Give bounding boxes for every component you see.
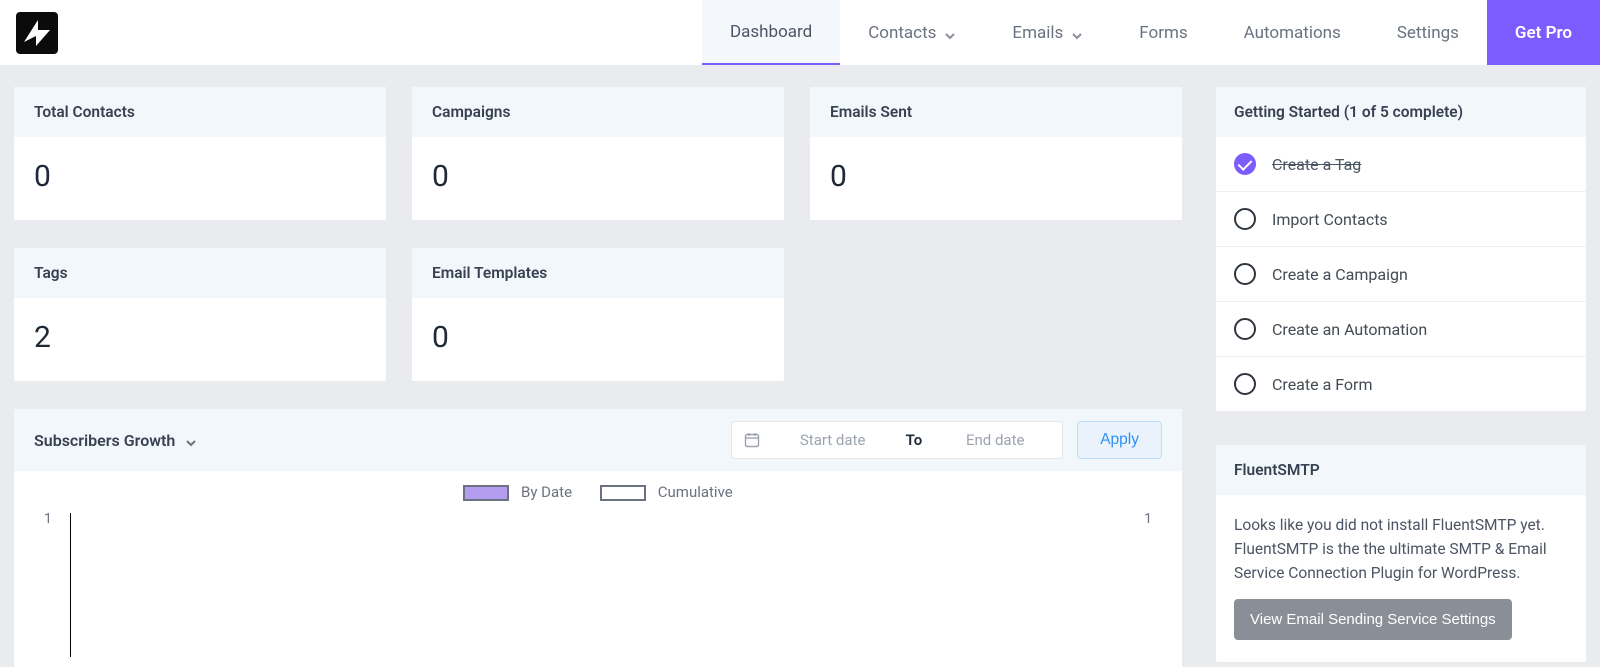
nav-dashboard[interactable]: Dashboard	[702, 0, 840, 65]
apply-button[interactable]: Apply	[1077, 421, 1162, 459]
topbar: Dashboard Contacts Emails Forms Automati…	[0, 0, 1600, 65]
fluentsmtp-heading: FluentSMTP	[1216, 445, 1586, 495]
nav-forms[interactable]: Forms	[1111, 0, 1215, 65]
apply-label: Apply	[1100, 431, 1139, 448]
y-axis-left-tick: 1	[44, 511, 52, 527]
legend-swatch-bydate	[463, 485, 509, 501]
stats-row-1: Total Contacts 0 Campaigns 0 Emails Sent…	[14, 87, 1182, 220]
card-value: 0	[14, 137, 386, 220]
legend-swatch-cumulative	[600, 485, 646, 501]
legend-cumulative[interactable]: Cumulative	[600, 483, 733, 501]
nav-emails[interactable]: Emails	[984, 0, 1111, 65]
growth-title-label: Subscribers Growth	[34, 431, 175, 450]
legend-label: By Date	[521, 483, 572, 501]
checklist-item-create-campaign[interactable]: Create a Campaign	[1216, 246, 1586, 301]
card-value: 2	[14, 298, 386, 381]
main-wrap: Total Contacts 0 Campaigns 0 Emails Sent…	[0, 65, 1600, 667]
calendar-icon	[744, 432, 760, 448]
legend-by-date[interactable]: By Date	[463, 483, 572, 501]
fluentsmtp-panel: FluentSMTP Looks like you did not instal…	[1216, 445, 1586, 662]
chevron-down-icon	[1071, 27, 1083, 39]
stat-card-tags[interactable]: Tags 2	[14, 248, 386, 381]
y-axis-line	[70, 513, 71, 657]
get-pro-button[interactable]: Get Pro	[1487, 0, 1600, 65]
getting-started-panel: Getting Started (1 of 5 complete) Create…	[1216, 87, 1586, 411]
smtp-button-label: View Email Sending Service Settings	[1250, 611, 1496, 628]
checklist-item-import-contacts[interactable]: Import Contacts	[1216, 191, 1586, 246]
stat-card-campaigns[interactable]: Campaigns 0	[412, 87, 784, 220]
card-title: Total Contacts	[14, 87, 386, 137]
fluentsmtp-text: Looks like you did not install FluentSMT…	[1234, 513, 1568, 585]
growth-toolbar: Subscribers Growth Start date To End dat…	[14, 409, 1182, 471]
nav-label: Settings	[1397, 23, 1459, 43]
nav-automations[interactable]: Automations	[1216, 0, 1369, 65]
nav-label: Contacts	[868, 23, 936, 43]
date-range-to: To	[906, 431, 923, 449]
checklist-label: Create a Tag	[1272, 155, 1361, 174]
card-title: Emails Sent	[810, 87, 1182, 137]
app-logo[interactable]	[16, 12, 58, 54]
chart-legend: By Date Cumulative	[14, 471, 1182, 507]
fluentsmtp-body: Looks like you did not install FluentSMT…	[1216, 495, 1586, 662]
card-title: Email Templates	[412, 248, 784, 298]
check-circle-icon	[1234, 208, 1256, 230]
stats-row-2: Tags 2 Email Templates 0	[14, 248, 1182, 381]
check-circle-icon	[1234, 318, 1256, 340]
left-column: Total Contacts 0 Campaigns 0 Emails Sent…	[14, 87, 1182, 667]
growth-title[interactable]: Subscribers Growth	[34, 431, 197, 450]
checklist-item-create-automation[interactable]: Create an Automation	[1216, 301, 1586, 356]
growth-chart: 1 1	[14, 507, 1182, 667]
nav-label: Automations	[1244, 23, 1341, 43]
stat-card-total-contacts[interactable]: Total Contacts 0	[14, 87, 386, 220]
get-pro-label: Get Pro	[1515, 23, 1572, 43]
chevron-down-icon	[944, 27, 956, 39]
checklist-label: Create an Automation	[1272, 320, 1427, 339]
main-nav: Dashboard Contacts Emails Forms Automati…	[702, 0, 1600, 65]
checklist-label: Create a Form	[1272, 375, 1373, 394]
checklist-label: Import Contacts	[1272, 210, 1388, 229]
getting-started-list: Create a Tag Import Contacts Create a Ca…	[1216, 137, 1586, 411]
growth-panel: Subscribers Growth Start date To End dat…	[14, 409, 1182, 667]
card-title: Campaigns	[412, 87, 784, 137]
check-circle-icon	[1234, 373, 1256, 395]
end-date-placeholder: End date	[940, 431, 1050, 449]
view-smtp-settings-button[interactable]: View Email Sending Service Settings	[1234, 599, 1512, 640]
nav-settings[interactable]: Settings	[1369, 0, 1487, 65]
start-date-placeholder: Start date	[778, 431, 888, 449]
check-circle-icon	[1234, 263, 1256, 285]
nav-label: Forms	[1139, 23, 1187, 43]
y-axis-right-tick: 1	[1144, 511, 1152, 527]
stat-card-emails-sent[interactable]: Emails Sent 0	[810, 87, 1182, 220]
checklist-item-create-tag[interactable]: Create a Tag	[1216, 137, 1586, 191]
card-value: 0	[412, 137, 784, 220]
getting-started-heading: Getting Started (1 of 5 complete)	[1216, 87, 1586, 137]
chevron-down-icon	[185, 434, 197, 446]
checklist-item-create-form[interactable]: Create a Form	[1216, 356, 1586, 411]
nav-label: Dashboard	[730, 22, 812, 42]
date-range-picker[interactable]: Start date To End date	[731, 421, 1064, 459]
nav-label: Emails	[1012, 23, 1063, 43]
nav-contacts[interactable]: Contacts	[840, 0, 984, 65]
card-value: 0	[412, 298, 784, 381]
card-title: Tags	[14, 248, 386, 298]
legend-label: Cumulative	[658, 483, 733, 501]
check-circle-icon	[1234, 153, 1256, 175]
checklist-label: Create a Campaign	[1272, 265, 1408, 284]
right-column: Getting Started (1 of 5 complete) Create…	[1216, 87, 1586, 667]
stat-card-email-templates[interactable]: Email Templates 0	[412, 248, 784, 381]
card-value: 0	[810, 137, 1182, 220]
